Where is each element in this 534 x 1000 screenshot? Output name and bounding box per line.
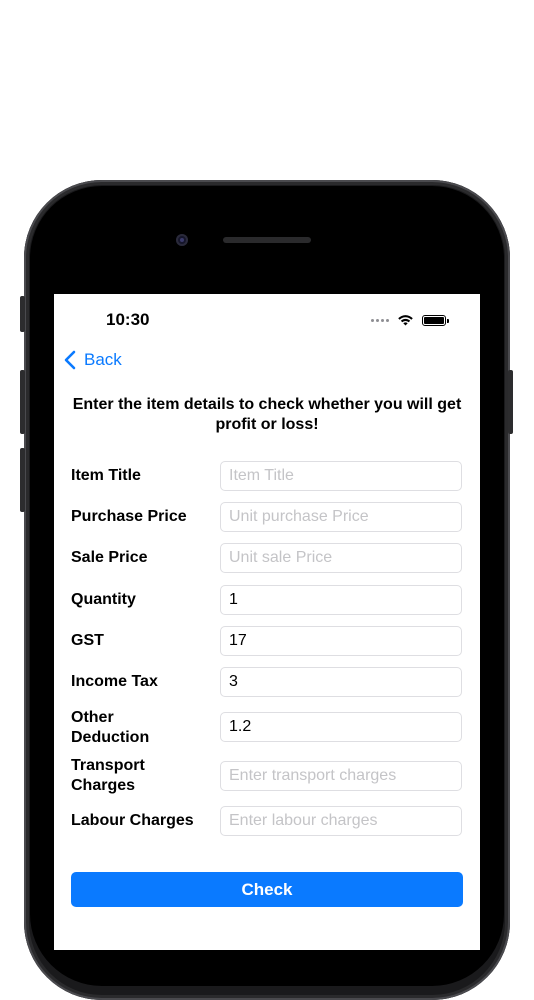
transport-charges-input[interactable] xyxy=(220,761,462,791)
status-icons xyxy=(371,314,449,326)
cellular-signal-icon xyxy=(371,318,389,322)
chevron-left-icon xyxy=(64,350,76,370)
volume-down-button xyxy=(20,448,25,512)
sale-price-input[interactable] xyxy=(220,543,462,573)
power-button xyxy=(508,370,513,434)
back-label: Back xyxy=(84,350,122,369)
front-camera xyxy=(176,234,188,246)
transport-charges-label-line1: Transport xyxy=(71,757,145,774)
transport-charges-label-line2: Charges xyxy=(71,777,136,794)
sale-price-label: Sale Price xyxy=(71,549,148,566)
other-deduction-input[interactable] xyxy=(220,712,462,742)
other-deduction-label: Other Deduction xyxy=(71,708,149,748)
volume-up-button xyxy=(20,370,25,434)
transport-charges-label: Transport Charges xyxy=(71,756,145,796)
purchase-price-input[interactable] xyxy=(220,502,462,532)
gst-input[interactable] xyxy=(220,626,462,656)
labour-charges-label: Labour Charges xyxy=(71,812,194,829)
mute-switch xyxy=(20,296,25,332)
battery-icon xyxy=(422,314,449,326)
app-screen: 10:30 Back Enter the item details to che… xyxy=(54,294,480,950)
item-title-label: Item Title xyxy=(71,467,141,484)
status-time: 10:30 xyxy=(106,310,150,329)
item-title-input[interactable] xyxy=(220,461,462,491)
purchase-price-label: Purchase Price xyxy=(71,508,187,525)
check-button[interactable]: Check xyxy=(71,872,463,907)
labour-charges-input[interactable] xyxy=(220,806,462,836)
income-tax-input[interactable] xyxy=(220,667,462,697)
quantity-label: Quantity xyxy=(71,591,136,608)
other-deduction-label-line2: Deduction xyxy=(71,729,150,746)
page-heading: Enter the item details to check whether … xyxy=(72,396,462,433)
wifi-icon xyxy=(397,314,414,326)
other-deduction-label-line1: Other xyxy=(71,709,114,726)
quantity-input[interactable] xyxy=(220,585,462,615)
gst-label: GST xyxy=(71,632,104,649)
income-tax-label: Income Tax xyxy=(71,673,158,690)
back-button[interactable]: Back xyxy=(64,350,122,370)
earpiece-speaker xyxy=(223,237,311,243)
